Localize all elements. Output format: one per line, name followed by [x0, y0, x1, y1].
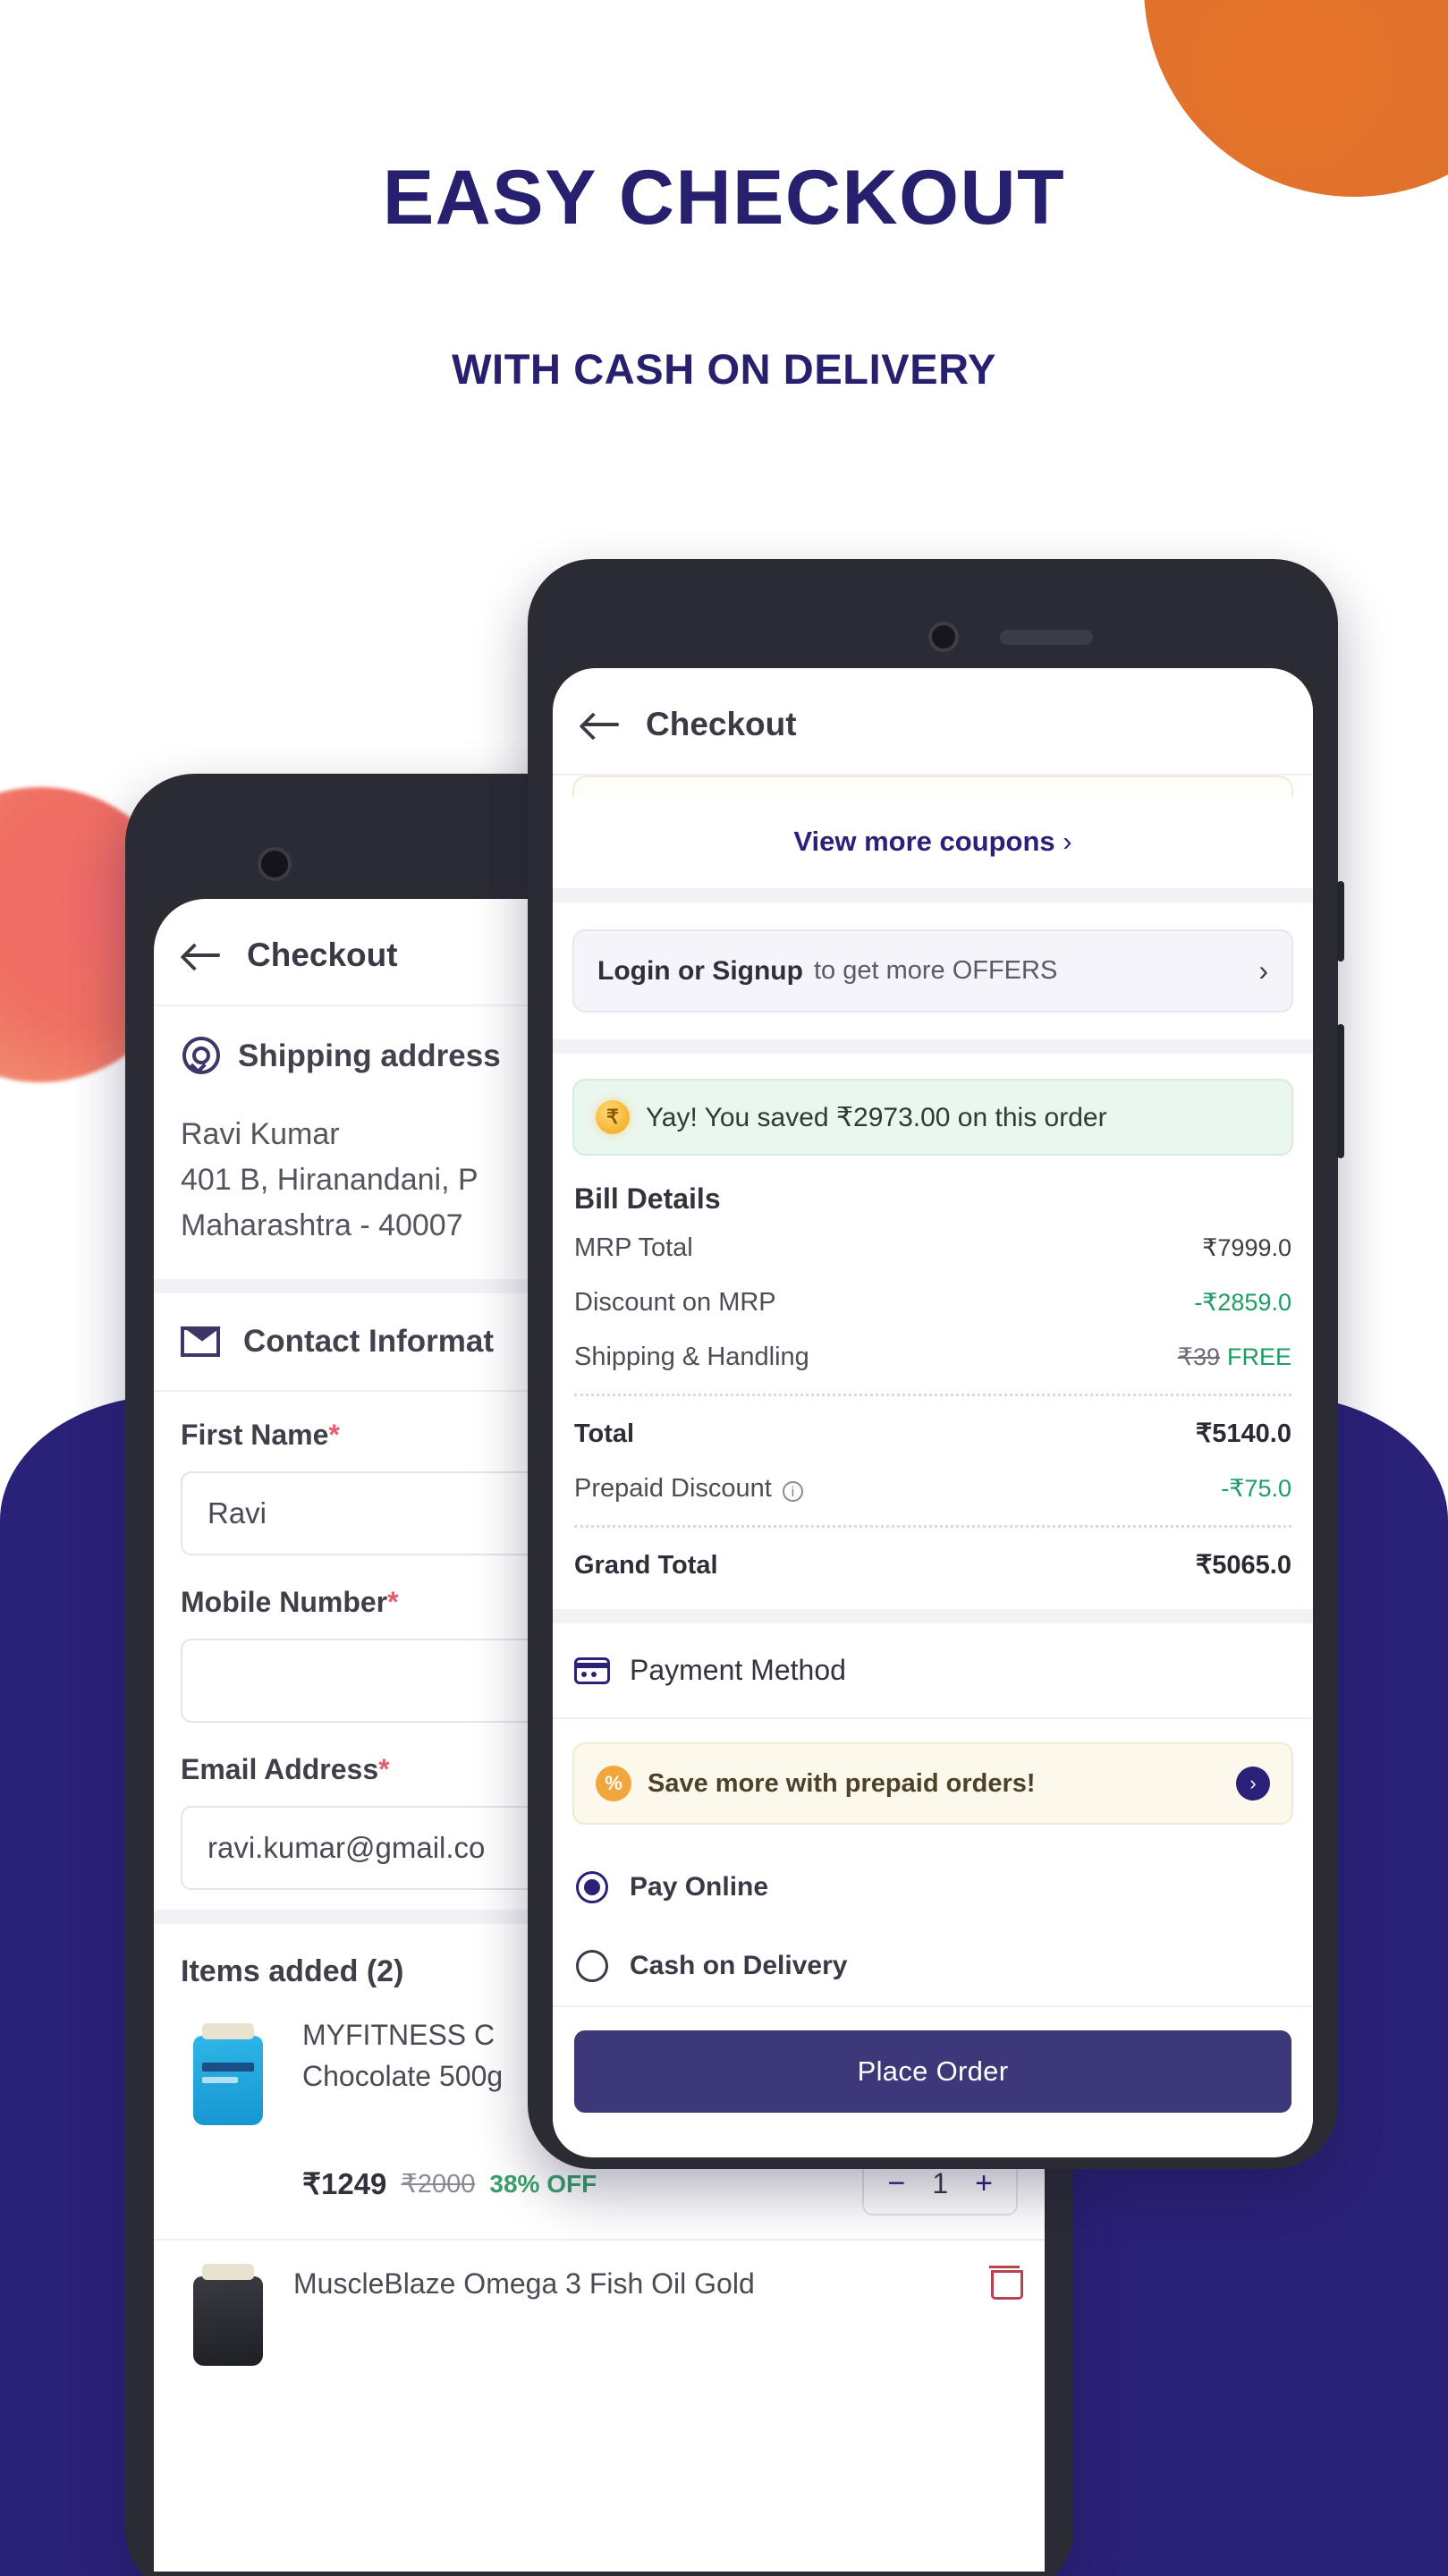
checkout-footer: Place Order: [553, 2005, 1313, 2140]
dashed-divider: [574, 1394, 1291, 1396]
shipping-address-label: Shipping address: [238, 1038, 501, 1073]
bill-row-discount-on-mrp: Discount on MRP -₹2859.0: [553, 1275, 1313, 1330]
bill-row-label: Total: [574, 1419, 635, 1448]
product-name-line-1: MYFITNESS C: [302, 2019, 495, 2051]
shipping-original-fee: ₹39: [1177, 1343, 1220, 1370]
login-signup-label: Login or Signup: [597, 955, 803, 986]
contact-information-label: Contact Informat: [243, 1324, 494, 1359]
volume-button[interactable]: [1337, 1024, 1344, 1158]
section-divider: [553, 1039, 1313, 1054]
savings-banner: ₹ Yay! You saved ₹2973.00 on this order: [572, 1079, 1293, 1156]
required-asterisk: *: [387, 1586, 399, 1618]
bill-row-label: Prepaid Discount: [574, 1474, 772, 1503]
back-arrow-icon[interactable]: [583, 709, 621, 740]
phone-mockup-front: Checkout View more coupons › Login or Si…: [528, 559, 1344, 2169]
bill-row-amount: -₹75.0: [1221, 1475, 1291, 1502]
rupee-coin-icon: ₹: [596, 1100, 630, 1134]
bill-row-amount: ₹5065.0: [1195, 1551, 1291, 1580]
front-phone-appbar: Checkout: [553, 668, 1313, 775]
increase-quantity-button[interactable]: +: [975, 2166, 993, 2201]
info-icon[interactable]: i: [782, 1481, 803, 1502]
bill-row-amount: -₹2859.0: [1194, 1289, 1291, 1316]
payment-method-label: Payment Method: [630, 1654, 846, 1686]
product-name: MuscleBlaze Omega 3 Fish Oil Gold: [293, 2267, 755, 2300]
bill-row-label: Discount on MRP: [574, 1288, 776, 1317]
trash-icon[interactable]: [989, 2264, 1023, 2300]
product-discount-badge: 38% OFF: [489, 2169, 597, 2198]
front-phone-screen: Checkout View more coupons › Login or Si…: [553, 668, 1313, 2157]
login-signup-subtext: to get more OFFERS: [813, 956, 1058, 985]
place-order-button[interactable]: Place Order: [574, 2030, 1291, 2113]
bill-row-label: Grand Total: [574, 1551, 718, 1580]
view-more-coupons-link[interactable]: View more coupons ›: [553, 797, 1313, 888]
shipping-free-badge: FREE: [1226, 1343, 1291, 1370]
poster-subheadline: WITH CASH ON DELIVERY: [452, 345, 996, 393]
payment-method-section-header: Payment Method: [553, 1623, 1313, 1717]
payment-option-label: Pay Online: [630, 1872, 769, 1902]
bill-row-grand-total: Grand Total ₹5065.0: [553, 1537, 1313, 1593]
radio-selected-icon[interactable]: [576, 1871, 608, 1903]
product-mrp: ₹2000: [401, 2170, 476, 2199]
speaker-grille: [1000, 630, 1093, 645]
decrease-quantity-button[interactable]: −: [887, 2166, 905, 2201]
bill-row-mrp-total: MRP Total ₹7999.0: [553, 1221, 1313, 1275]
back-arrow-icon[interactable]: [184, 940, 222, 970]
power-button[interactable]: [1337, 881, 1344, 962]
bill-row-shipping-handling: Shipping & Handling ₹39 FREE: [553, 1330, 1313, 1385]
bill-row-amount: ₹7999.0: [1202, 1234, 1291, 1261]
section-divider: [553, 1609, 1313, 1623]
chevron-right-icon: ›: [1063, 826, 1072, 857]
front-camera-icon: [928, 622, 959, 652]
bill-row-label: MRP Total: [574, 1233, 693, 1262]
login-or-signup-banner[interactable]: Login or Signup to get more OFFERS ›: [572, 929, 1293, 1013]
quantity-value: 1: [932, 2167, 949, 2199]
payment-option-cash-on-delivery[interactable]: Cash on Delivery: [553, 1927, 1313, 2005]
bill-row-prepaid-discount: Prepaid Discount i -₹75.0: [553, 1462, 1313, 1516]
bill-row-amount: ₹39 FREE: [1178, 1343, 1291, 1371]
envelope-icon: [181, 1326, 220, 1357]
radio-unselected-icon[interactable]: [576, 1950, 608, 1982]
list-item[interactable]: MuscleBlaze Omega 3 Fish Oil Gold: [154, 2241, 1045, 2366]
bill-details-title: Bill Details: [574, 1182, 721, 1215]
chevron-right-icon: ›: [1258, 954, 1268, 987]
coupon-card-partial: [572, 775, 1293, 797]
savings-banner-text: Yay! You saved ₹2973.00 on this order: [646, 1102, 1107, 1132]
view-more-coupons-label: View more coupons: [793, 826, 1055, 857]
product-thumbnail: [181, 2014, 275, 2129]
required-asterisk: *: [378, 1753, 390, 1785]
product-name-line-2: Chocolate 500g: [302, 2060, 504, 2093]
bill-row-amount: ₹5140.0: [1195, 1419, 1291, 1448]
page-title: Checkout: [247, 936, 398, 973]
prepaid-offer-banner[interactable]: % Save more with prepaid orders! ›: [572, 1742, 1293, 1825]
bill-row-total: Total ₹5140.0: [553, 1405, 1313, 1462]
required-asterisk: *: [328, 1419, 340, 1451]
product-thumbnail: [181, 2264, 275, 2366]
percent-badge-icon: %: [596, 1766, 631, 1801]
product-price: ₹1249: [302, 2167, 387, 2200]
section-divider: [553, 888, 1313, 902]
prepaid-offer-text: Save more with prepaid orders!: [648, 1768, 1036, 1798]
dashed-divider: [574, 1525, 1291, 1528]
payment-option-pay-online[interactable]: Pay Online: [553, 1848, 1313, 1927]
payment-option-label: Cash on Delivery: [630, 1951, 848, 1980]
chevron-right-circle-icon[interactable]: ›: [1236, 1767, 1270, 1801]
bill-row-label: Shipping & Handling: [574, 1343, 809, 1371]
location-pin-icon: [181, 1037, 220, 1076]
front-camera-icon: [258, 847, 292, 881]
page-title: Checkout: [646, 706, 797, 742]
poster-headline: EASY CHECKOUT: [382, 155, 1066, 241]
divider: [553, 1717, 1313, 1719]
poster-canvas: EASY CHECKOUT WITH CASH ON DELIVERY Chec…: [0, 0, 1448, 2576]
credit-card-icon: [574, 1657, 610, 1684]
